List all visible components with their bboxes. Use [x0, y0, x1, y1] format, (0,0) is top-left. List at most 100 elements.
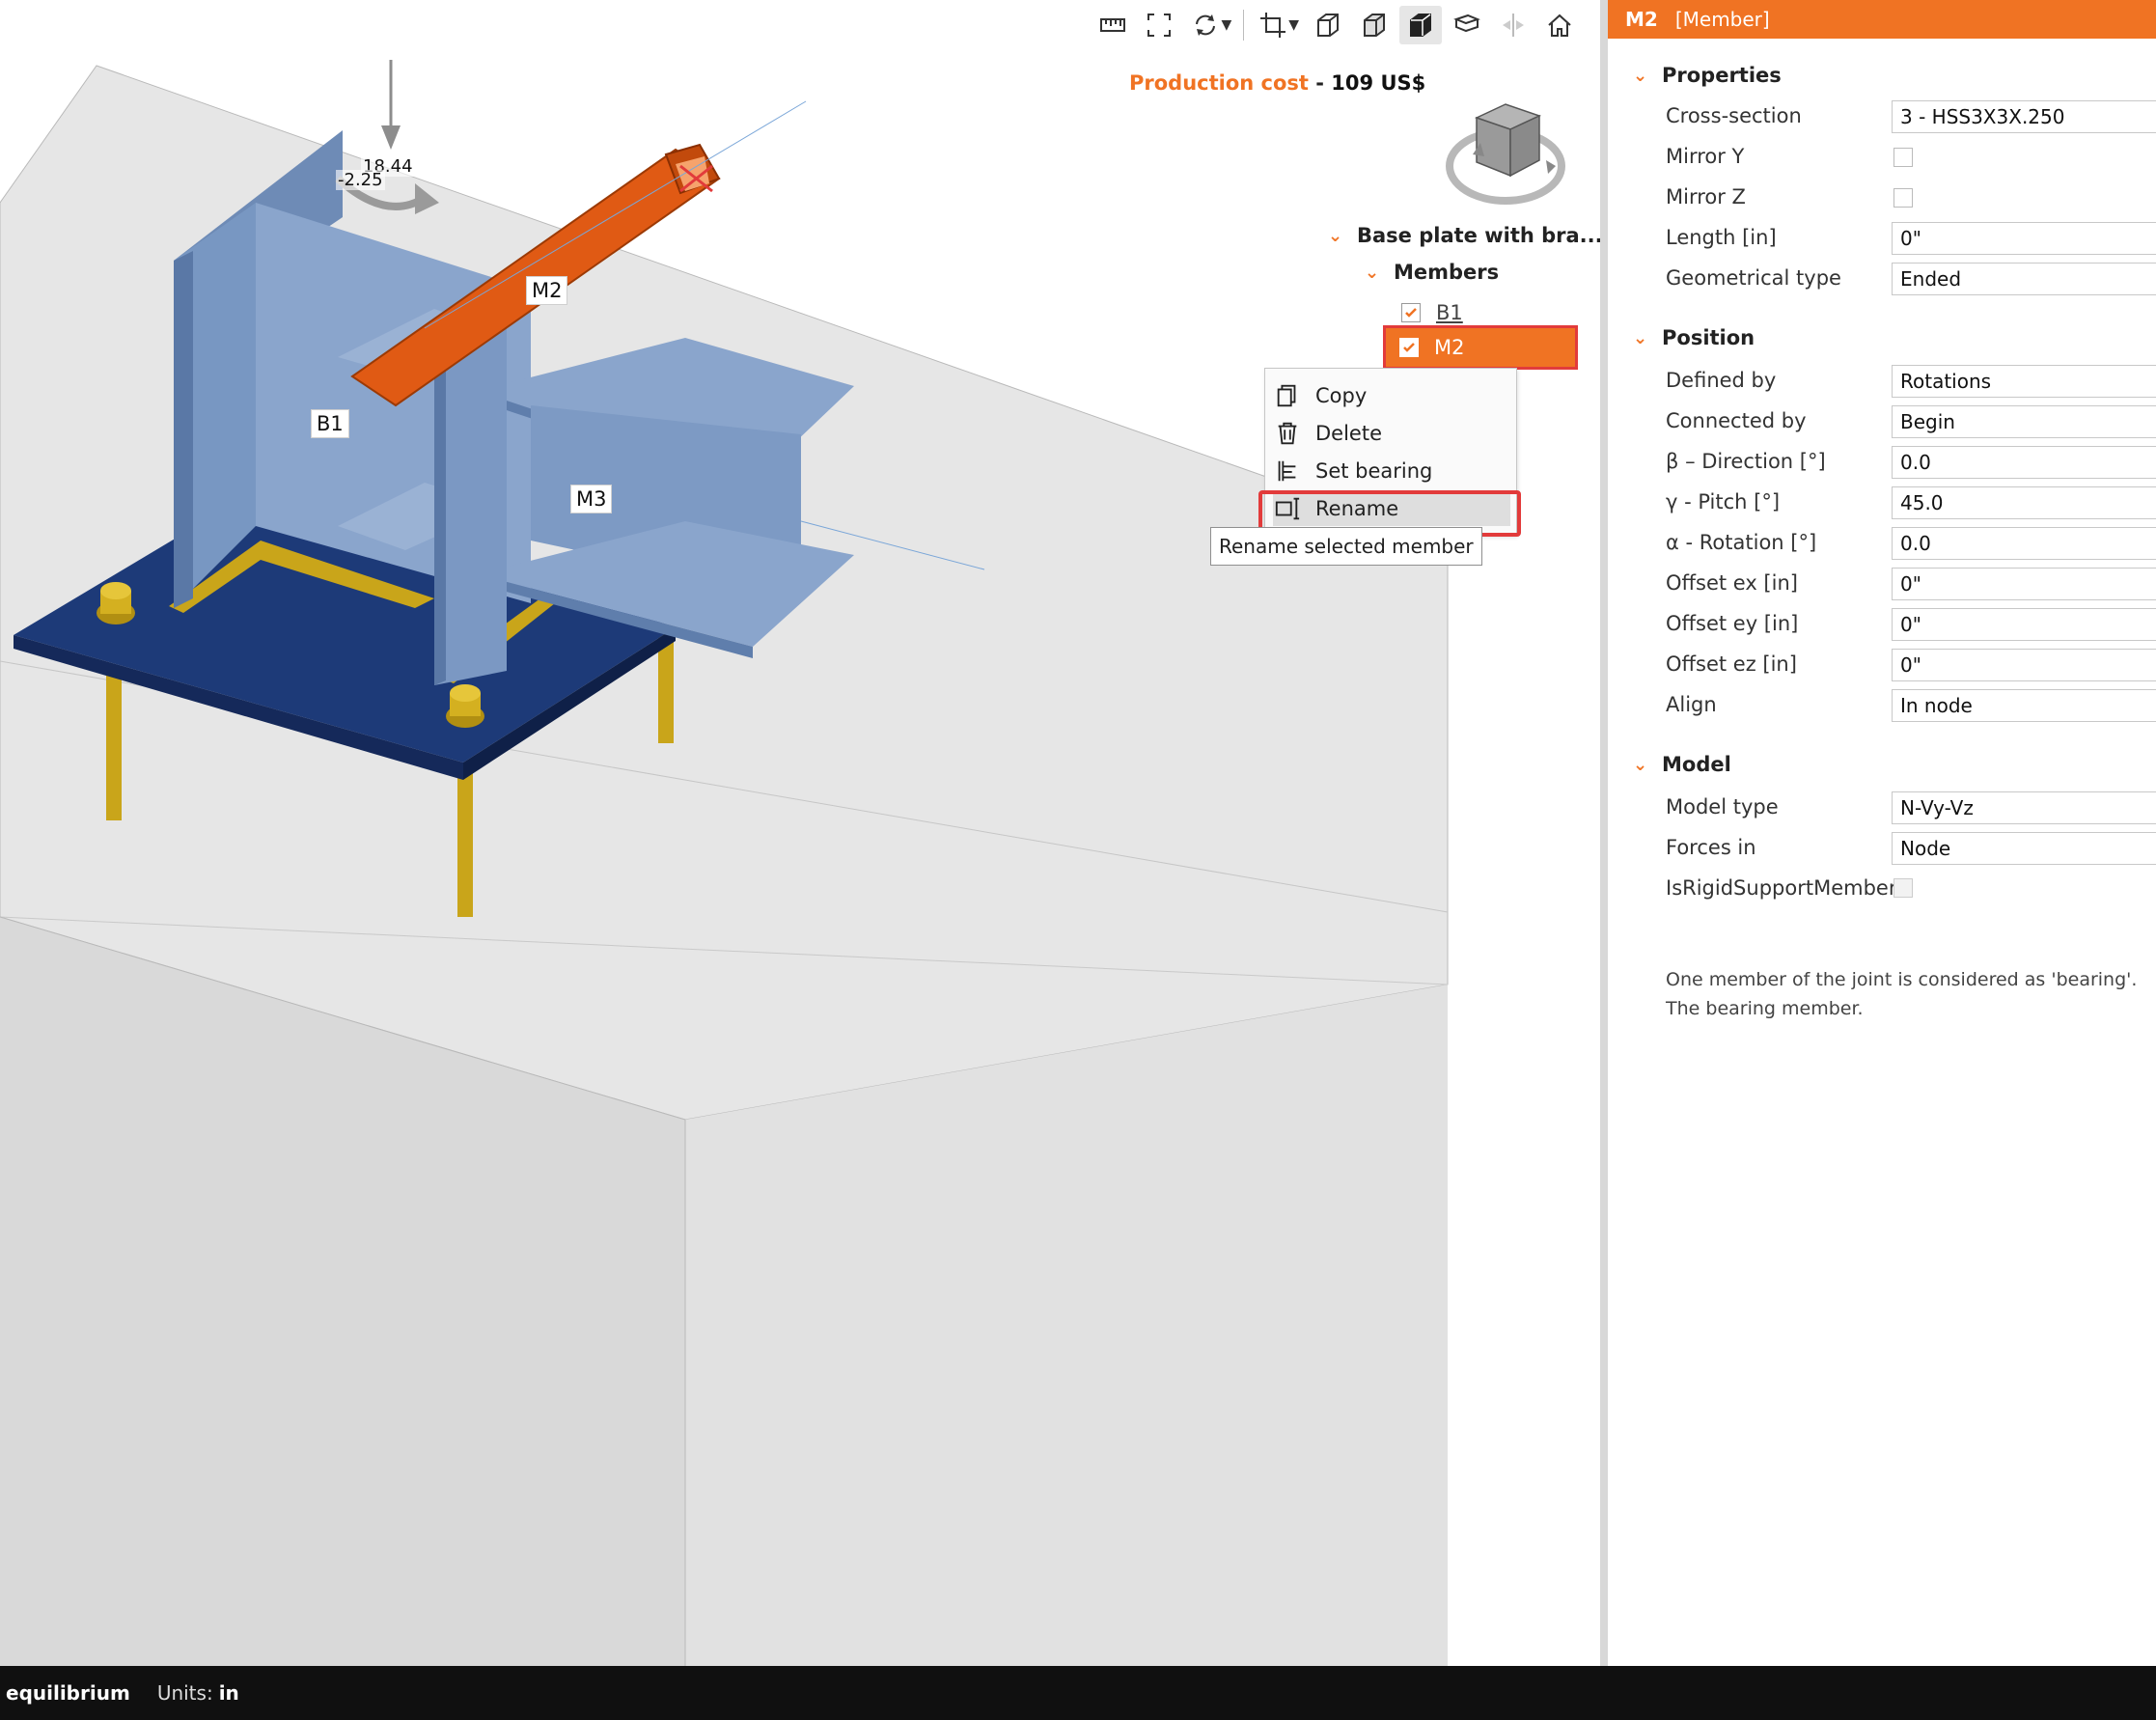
tree-item-label: M2: [1434, 336, 1465, 359]
properties-panel: M2 [Member] ⌄ Properties Cross-section 3…: [1608, 0, 2156, 1666]
chevron-down-icon[interactable]: ▼: [1221, 17, 1231, 33]
align-label: Align: [1666, 693, 1717, 716]
chevron-down-icon[interactable]: ⌄: [1633, 755, 1662, 775]
align-select[interactable]: In node: [1892, 689, 2156, 722]
status-units-value: in: [218, 1681, 239, 1705]
menu-item-copy[interactable]: Copy: [1273, 378, 1510, 413]
connected-by-select[interactable]: Begin: [1892, 405, 2156, 438]
forces-in-label: Forces in: [1666, 836, 1756, 859]
3d-scene[interactable]: [0, 0, 1600, 1666]
member-tag-m2[interactable]: M2: [526, 276, 568, 305]
alpha-rotation-input[interactable]: 0.0: [1892, 527, 2156, 560]
tree-item-checkbox[interactable]: [1401, 303, 1421, 322]
load-arrow: [381, 125, 401, 150]
beta-direction-input[interactable]: 0.0: [1892, 446, 2156, 479]
defined-by-label: Defined by: [1666, 369, 1777, 392]
tree-members-group[interactable]: ⌄ Members: [1365, 261, 1499, 284]
chevron-down-icon[interactable]: ⌄: [1633, 66, 1662, 86]
offset-ey-label: Offset ey [in]: [1666, 612, 1799, 635]
copy-icon: [1273, 381, 1302, 410]
menu-item-label: Copy: [1315, 384, 1368, 407]
offset-ex-label: Offset ex [in]: [1666, 571, 1798, 595]
length-label: Length [in]: [1666, 226, 1777, 249]
section-model[interactable]: ⌄ Model: [1633, 753, 1731, 776]
offset-ez-input[interactable]: 0": [1892, 649, 2156, 681]
rigid-support-label: IsRigidSupportMember: [1666, 876, 1897, 900]
length-input[interactable]: 0": [1892, 222, 2156, 255]
bolt: [97, 582, 135, 624]
model-type-select[interactable]: N-Vy-Vz: [1892, 791, 2156, 824]
wireframe-icon[interactable]: [1307, 6, 1349, 44]
mirror-y-checkbox[interactable]: [1893, 148, 1913, 167]
beta-direction-label: β – Direction [°]: [1666, 450, 1826, 473]
production-cost-value: 109 US$: [1331, 71, 1426, 95]
menu-item-label: Set bearing: [1315, 459, 1433, 483]
defined-by-select[interactable]: Rotations: [1892, 365, 2156, 398]
tree-item-m2[interactable]: M2: [1383, 325, 1578, 370]
alpha-rotation-label: α - Rotation [°]: [1666, 531, 1817, 554]
tree-item-label: B1: [1436, 301, 1463, 324]
panel-header: M2 [Member]: [1608, 0, 2156, 39]
menu-item-label: Delete: [1315, 422, 1382, 445]
status-app-name: equilibrium: [6, 1681, 130, 1705]
fit-view-icon[interactable]: [1138, 6, 1180, 44]
navigation-cube-icon[interactable]: [1438, 97, 1573, 217]
offset-ex-input[interactable]: 0": [1892, 568, 2156, 600]
tree-root-label: Base plate with bra...: [1357, 224, 1600, 247]
production-cost: Production cost - 109 US$: [1129, 71, 1425, 95]
section-position[interactable]: ⌄ Position: [1633, 326, 1755, 349]
measure-icon[interactable]: [1092, 6, 1134, 44]
status-units-label: Units:: [156, 1681, 213, 1705]
chevron-down-icon[interactable]: ⌄: [1633, 328, 1662, 348]
rigid-support-checkbox[interactable]: [1893, 878, 1913, 898]
mirror-y-label: Mirror Y: [1666, 145, 1745, 168]
chevron-down-icon[interactable]: ▼: [1288, 17, 1299, 33]
bearing-icon: [1273, 457, 1302, 485]
cross-section-select[interactable]: 3 - HSS3X3X.250: [1892, 100, 2156, 133]
section-view-icon[interactable]: [1446, 6, 1488, 44]
connected-by-label: Connected by: [1666, 409, 1807, 432]
3d-viewport[interactable]: 18.44 -2.25 M2 B1 M3 ▼ ▼ Production cost…: [0, 0, 1600, 1666]
section-title: Position: [1662, 326, 1755, 349]
mirror-z-label: Mirror Z: [1666, 185, 1746, 208]
panel-splitter[interactable]: [1600, 0, 1608, 1666]
delete-icon: [1273, 419, 1302, 448]
section-properties[interactable]: ⌄ Properties: [1633, 64, 1782, 87]
production-cost-label: Production cost: [1129, 71, 1309, 95]
solid-view-icon[interactable]: [1399, 6, 1442, 44]
production-cost-separator: -: [1308, 71, 1332, 95]
geometrical-type-select[interactable]: Ended: [1892, 263, 2156, 295]
view-toolbar: ▼ ▼: [1092, 6, 1581, 44]
bolt: [446, 684, 484, 728]
transparent-view-icon[interactable]: [1353, 6, 1396, 44]
chevron-down-icon[interactable]: ⌄: [1365, 263, 1394, 283]
geometrical-type-label: Geometrical type: [1666, 266, 1841, 290]
chevron-down-icon[interactable]: ⌄: [1328, 226, 1357, 246]
tree-item-checkbox[interactable]: [1399, 338, 1419, 357]
gamma-pitch-input[interactable]: 45.0: [1892, 486, 2156, 519]
section-title: Properties: [1662, 64, 1782, 87]
forces-in-select[interactable]: Node: [1892, 832, 2156, 865]
tree-root[interactable]: ⌄ Base plate with bra...: [1328, 224, 1600, 247]
panel-subtitle: [Member]: [1674, 8, 1770, 31]
toolbar-separator: [1243, 10, 1245, 41]
home-icon[interactable]: [1538, 6, 1581, 44]
tree-item-b1[interactable]: B1: [1401, 301, 1463, 324]
anchor-rod: [106, 666, 122, 820]
gamma-pitch-label: γ - Pitch [°]: [1666, 490, 1781, 513]
offset-ez-label: Offset ez [in]: [1666, 652, 1797, 676]
tree-members-label: Members: [1394, 261, 1500, 284]
rename-tooltip: Rename selected member: [1210, 527, 1482, 566]
member-tag-b1[interactable]: B1: [311, 409, 349, 438]
panel-info-text: One member of the joint is considered as…: [1666, 969, 2138, 1019]
model-type-label: Model type: [1666, 795, 1779, 818]
anchor-rod: [457, 763, 473, 917]
menu-item-delete[interactable]: Delete: [1273, 416, 1510, 451]
panel-title: M2: [1625, 8, 1658, 31]
menu-item-set-bearing[interactable]: Set bearing: [1273, 454, 1510, 488]
member-tag-m3[interactable]: M3: [570, 485, 613, 513]
offset-ey-input[interactable]: 0": [1892, 608, 2156, 641]
mirror-z-checkbox[interactable]: [1893, 188, 1913, 208]
load-value-label: -2.25: [336, 170, 385, 190]
symmetry-icon[interactable]: [1492, 6, 1534, 44]
